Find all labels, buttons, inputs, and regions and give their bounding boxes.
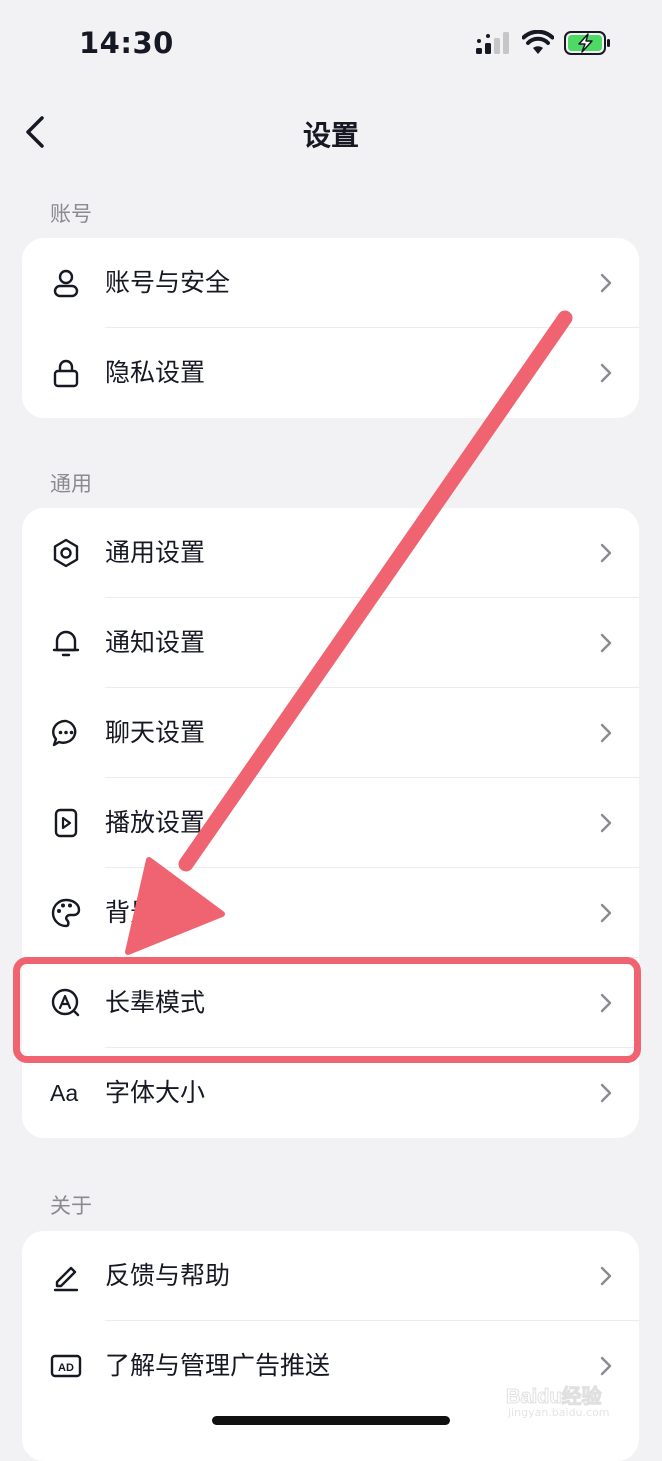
- row-label: 反馈与帮助: [105, 1261, 231, 1290]
- chevron-right-icon: [600, 1083, 612, 1103]
- watermark-text: Baidu经验: [506, 1386, 603, 1409]
- row-label: 隐私设置: [105, 358, 206, 387]
- row-label: 播放设置: [105, 808, 206, 837]
- watermark-logo: Baidu经验 jingyan.baidu.com: [506, 1380, 626, 1424]
- watermark-subtext: jingyan.baidu.com: [508, 1406, 610, 1419]
- battery-charging-icon: [564, 31, 610, 55]
- row-label: 背景设置: [105, 898, 206, 927]
- font-size-icon: Aa: [50, 1080, 79, 1106]
- play-icon: [54, 808, 78, 838]
- chevron-right-icon: [600, 723, 612, 743]
- chevron-right-icon: [600, 273, 612, 293]
- settings-row-playback[interactable]: 播放设置: [22, 778, 639, 868]
- bell-icon: [52, 630, 80, 657]
- row-label: 字体大小: [105, 1078, 206, 1107]
- settings-row-feedback[interactable]: 反馈与帮助: [22, 1231, 639, 1321]
- palette-icon: [51, 898, 81, 928]
- wifi-icon: [522, 30, 554, 54]
- user-icon: [53, 269, 79, 298]
- svg-text:AD: AD: [58, 1362, 74, 1374]
- row-label: 通知设置: [105, 628, 206, 657]
- chat-bubble-icon: [52, 719, 77, 747]
- section-label-general: 通用: [50, 472, 92, 496]
- section-label-about: 关于: [50, 1194, 92, 1218]
- settings-row-account-security[interactable]: 账号与安全: [22, 238, 639, 328]
- settings-row-background[interactable]: 背景设置: [22, 868, 639, 958]
- section-label-account: 账号: [50, 202, 92, 226]
- chevron-right-icon: [600, 543, 612, 563]
- chevron-right-icon: [600, 633, 612, 653]
- settings-row-privacy[interactable]: 隐私设置: [22, 328, 639, 418]
- status-time: 14:30: [79, 26, 174, 60]
- home-indicator[interactable]: [212, 1416, 450, 1425]
- ad-icon: AD: [50, 1354, 82, 1378]
- nav-bar: 设置: [0, 92, 662, 176]
- chevron-right-icon: [600, 813, 612, 833]
- chevron-right-icon: [600, 1356, 612, 1376]
- row-label: 了解与管理广告推送: [105, 1351, 331, 1380]
- about-card: 反馈与帮助 AD 了解与管理广告推送: [22, 1231, 639, 1461]
- page-title: 设置: [302, 119, 359, 152]
- chevron-right-icon: [600, 1266, 612, 1286]
- status-bar: 14:30: [0, 0, 662, 90]
- settings-row-general[interactable]: 通用设置: [22, 508, 639, 598]
- chevron-right-icon: [600, 363, 612, 383]
- lock-icon: [53, 359, 79, 388]
- settings-row-notifications[interactable]: 通知设置: [22, 598, 639, 688]
- settings-row-chat[interactable]: 聊天设置: [22, 688, 639, 778]
- highlight-box: [13, 957, 641, 1063]
- account-card: 账号与安全 隐私设置: [22, 238, 639, 418]
- chevron-right-icon: [600, 903, 612, 923]
- edit-pen-icon: [53, 1266, 79, 1292]
- gear-icon: [53, 538, 79, 568]
- row-label: 聊天设置: [105, 718, 206, 747]
- cellular-signal-icon: [476, 32, 509, 54]
- row-label: 通用设置: [105, 538, 206, 567]
- row-label: 账号与安全: [105, 268, 231, 297]
